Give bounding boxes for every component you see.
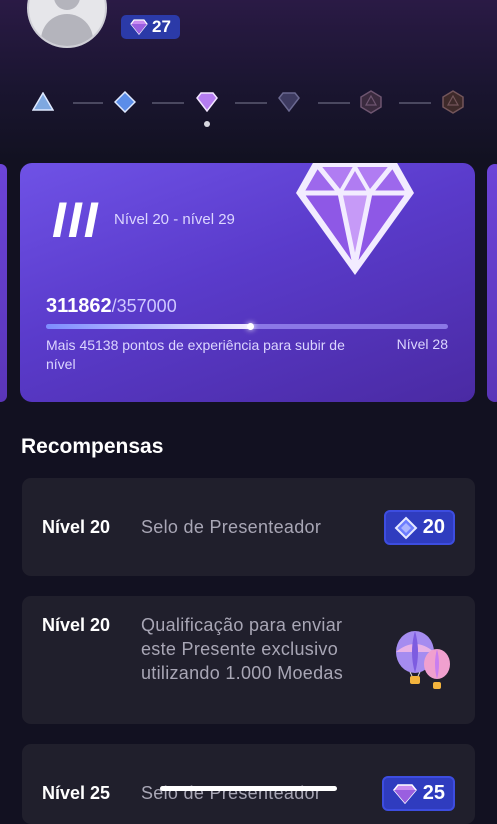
- user-level-badge: 27: [121, 15, 180, 39]
- reward-item[interactable]: Nível 20 Selo de Presenteador 20: [22, 478, 475, 576]
- points-remaining-hint: Mais 45138 pontos de experiência para su…: [46, 337, 345, 372]
- reward-description: Selo de Presenteador: [141, 517, 322, 537]
- tier-connector: [235, 102, 267, 104]
- tier-card[interactable]: III Nível 20 - nível 29 311862/357000 Ma…: [20, 163, 475, 402]
- next-level-label: Nível 28: [396, 336, 448, 352]
- experience-points: 311862/357000: [46, 295, 177, 318]
- tier-1-gem-icon[interactable]: [31, 90, 55, 114]
- gifter-badge: 20: [383, 510, 455, 545]
- tier-3-large-gem-icon: [296, 163, 414, 275]
- tier-progress-track: [0, 86, 497, 120]
- next-tier-card[interactable]: [487, 164, 497, 402]
- gifter-badge-value: 20: [422, 516, 445, 538]
- gem-icon: [130, 19, 148, 35]
- reward-level: Nível 20: [42, 517, 111, 537]
- reward-item[interactable]: Nível 25 Selo de Presenteador 25: [22, 744, 475, 824]
- gem-icon: [394, 516, 418, 539]
- rewards-title: Recompensas: [21, 435, 164, 458]
- tier-connector: [399, 102, 431, 104]
- tier-connector: [73, 102, 103, 104]
- gem-icon: [392, 783, 417, 804]
- tier-connector: [318, 102, 350, 104]
- hot-air-balloon-gift-icon: [396, 631, 450, 689]
- home-indicator[interactable]: [160, 786, 337, 791]
- tier-roman-numeral: III: [52, 192, 100, 248]
- tier-5-gem-icon[interactable]: [359, 90, 383, 114]
- tier-selected-indicator: [204, 121, 210, 127]
- experience-progress-fill: [46, 324, 250, 329]
- previous-tier-card[interactable]: [0, 164, 7, 402]
- gifter-badge: 25: [381, 776, 455, 811]
- gifter-badge-value: 25: [422, 782, 445, 804]
- reward-level: Nível 25: [42, 783, 111, 803]
- reward-level: Nível 20: [42, 615, 111, 635]
- reward-item[interactable]: Nível 20 Qualificação para enviar este P…: [22, 596, 475, 724]
- experience-progress-knob: [246, 323, 254, 330]
- points-total: /357000: [111, 296, 177, 316]
- user-level-value: 27: [152, 17, 171, 36]
- tier-6-gem-icon[interactable]: [441, 90, 465, 114]
- tier-4-gem-icon[interactable]: [277, 90, 301, 114]
- points-current: 311862: [46, 295, 112, 317]
- tier-2-gem-icon[interactable]: [113, 90, 137, 114]
- tier-3-gem-icon[interactable]: [195, 90, 219, 114]
- reward-description: Selo de Presenteador: [141, 783, 322, 803]
- reward-description: Qualificação para enviar este Presente e…: [141, 615, 344, 683]
- tier-connector: [152, 102, 184, 104]
- experience-progress-bar: [46, 323, 448, 330]
- tier-level-range: Nível 20 - nível 29: [114, 211, 235, 228]
